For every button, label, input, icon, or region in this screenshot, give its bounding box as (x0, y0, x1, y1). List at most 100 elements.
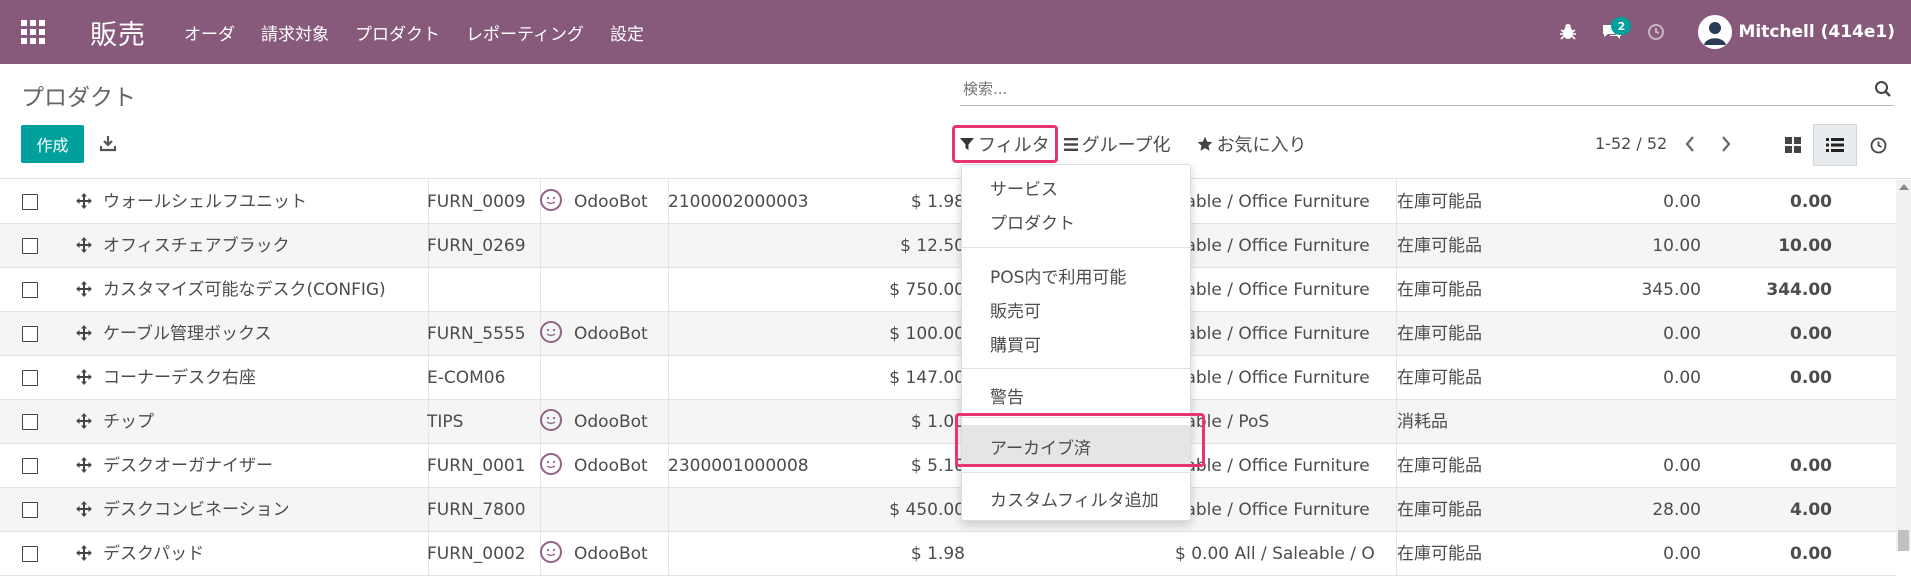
bars-icon (1063, 137, 1078, 151)
user-menu[interactable]: Mitchell (414e1) (1698, 15, 1895, 49)
row-checkbox[interactable] (22, 370, 38, 386)
product-category: eable / Office Furniture (1175, 180, 1375, 224)
internal-reference-text: TIPS (427, 412, 464, 432)
row-checkbox[interactable] (22, 458, 38, 474)
row-checkbox[interactable] (22, 326, 38, 342)
drag-handle-icon[interactable] (75, 456, 93, 479)
table-row[interactable]: カスタマイズ可能なデスク(CONFIG) $ 750.00 eable / Offi… (0, 268, 1896, 312)
drag-handle-icon[interactable] (75, 236, 93, 259)
product-type: 在庫可能品 (1397, 180, 1547, 224)
search-input[interactable] (960, 74, 1860, 104)
scroll-up-icon[interactable] (1899, 184, 1909, 190)
group-by-button[interactable]: グループ化 (1058, 125, 1177, 163)
row-checkbox[interactable] (22, 414, 38, 430)
sales-price-text: $ 1.98 (910, 192, 965, 212)
drag-handle-icon[interactable] (75, 192, 93, 215)
pager-value[interactable]: 1-52 / 52 (1595, 134, 1667, 153)
product-category: eable / Office Furniture (1175, 312, 1375, 356)
filter-option-products[interactable]: プロダクト (990, 209, 1075, 234)
menu-item-settings[interactable]: 設定 (610, 20, 644, 45)
table-row[interactable]: ウォールシェルフユニット FURN_0009 OdooBot 210000200000… (0, 180, 1896, 224)
quantity-on-hand: 28.00 (1560, 488, 1701, 532)
forecasted-quantity: 0.00 (1710, 532, 1832, 576)
drag-handle-icon[interactable] (75, 324, 93, 347)
kanban-view-icon[interactable] (1771, 124, 1815, 166)
create-button[interactable]: 作成 (21, 125, 84, 163)
vertical-scrollbar[interactable] (1896, 180, 1911, 551)
group-by-label: グループ化 (1081, 135, 1171, 156)
forecasted-quantity: 0.00 (1710, 312, 1832, 356)
activity-clock-icon[interactable] (1634, 0, 1678, 64)
menu-item-products[interactable]: プロダクト (355, 20, 440, 45)
table-row[interactable]: ケーブル管理ボックス FURN_5555 OdooBot $ 100.00 eable … (0, 312, 1896, 356)
filter-option-warnings[interactable]: 警告 (990, 383, 1024, 408)
dropdown-divider (962, 472, 1190, 473)
drag-handle-icon[interactable] (75, 544, 93, 567)
table-row[interactable]: デスクパッド FURN_0002 OdooBot $ 1.98 $ 0.00 All /… (0, 532, 1896, 576)
product-name-text: オフィスチェアブラック (103, 236, 290, 256)
internal-reference-text: FURN_0009 (427, 192, 526, 212)
row-checkbox[interactable] (22, 238, 38, 254)
menu-item-reporting[interactable]: レポーティング (466, 20, 584, 45)
quantity-on-hand: 0.00 (1560, 356, 1701, 400)
row-checkbox[interactable] (22, 194, 38, 210)
scroll-thumb[interactable] (1898, 530, 1909, 551)
responsible: OdooBot (540, 532, 665, 576)
table-row[interactable]: チップ TIPS OdooBot $ 1.00 eable / PoS 消耗品 (0, 400, 1896, 444)
quantity-on-hand-text: 0.00 (1663, 456, 1701, 476)
quantity-on-hand (1560, 400, 1701, 444)
filter-option-services[interactable]: サービス (990, 175, 1058, 200)
quantity-on-hand-text: 0.00 (1663, 192, 1701, 212)
menu-item-orders[interactable]: オーダ (184, 20, 235, 45)
quantity-on-hand: 345.00 (1560, 268, 1701, 312)
drag-handle-icon[interactable] (75, 368, 93, 391)
app-title[interactable]: 販売 (90, 13, 146, 52)
filter-option-available-in-pos[interactable]: POS内で利用可能 (990, 263, 1126, 288)
table-row[interactable]: デスクコンビネーション FURN_7800 $ 450.00 eable / Offi… (0, 488, 1896, 532)
product-name: カスタマイズ可能なデスク(CONFIG) (103, 268, 413, 312)
product-category: eable / Office Furniture (1175, 444, 1375, 488)
forecasted-quantity: 10.00 (1710, 224, 1832, 268)
product-category-text: eable / Office Furniture (1175, 368, 1370, 388)
activity-view-icon[interactable] (1856, 124, 1900, 166)
top-navbar: 販売 オーダ 請求対象 プロダクト レポーティング 設定 2 Mitchell … (0, 0, 1911, 64)
row-checkbox[interactable] (22, 502, 38, 518)
search-icon[interactable] (1874, 80, 1892, 102)
product-type-text: 在庫可能品 (1397, 280, 1482, 300)
favorites-button[interactable]: お気に入り (1191, 125, 1313, 163)
filter-button[interactable]: フィルタ (952, 125, 1058, 163)
product-category: eable / Office Furniture (1175, 356, 1375, 400)
barcode: 2300001000008 (668, 444, 818, 488)
row-checkbox[interactable] (22, 546, 38, 562)
drag-handle-icon[interactable] (75, 412, 93, 435)
drag-handle-icon[interactable] (75, 500, 93, 523)
download-icon[interactable] (99, 134, 117, 156)
favorites-label: お気に入り (1216, 135, 1307, 156)
messages-icon[interactable]: 2 (1590, 0, 1634, 64)
product-type: 消耗品 (1397, 400, 1547, 444)
bug-icon[interactable] (1546, 0, 1590, 64)
pager-next-icon[interactable] (1720, 134, 1732, 158)
app-switcher-icon[interactable] (0, 0, 66, 64)
control-panel: プロダクト 作成 フィルタ グループ化 お気に入り 1-52 / 52 (0, 64, 1911, 179)
sales-price: $ 1.98 (820, 180, 965, 224)
forecasted-quantity-text: 10.00 (1778, 236, 1832, 256)
filter-option-can-be-sold[interactable]: 販売可 (990, 297, 1041, 322)
table-row[interactable]: デスクオーガナイザー FURN_0001 OdooBot 2300001000008 $… (0, 444, 1896, 488)
table-row[interactable]: オフィスチェアブラック FURN_0269 $ 12.50 eable / Offic… (0, 224, 1896, 268)
table-row[interactable]: コーナーデスク右座 E-COM06 $ 147.00 eable / Office F… (0, 356, 1896, 400)
add-custom-filter[interactable]: カスタムフィルタ追加 (990, 486, 1159, 511)
pager-previous-icon[interactable] (1684, 134, 1696, 158)
drag-handle-icon[interactable] (75, 280, 93, 303)
list-view-icon[interactable] (1813, 124, 1857, 166)
internal-reference: FURN_0002 (427, 532, 537, 576)
product-category-text: $ 0.00 All / Saleable / Office Furniture (1175, 544, 1375, 564)
row-checkbox[interactable] (22, 282, 38, 298)
sales-price-text: $ 147.00 (889, 368, 965, 388)
filter-option-can-be-purchased[interactable]: 購買可 (990, 331, 1041, 356)
barcode (668, 488, 818, 532)
internal-reference-text: FURN_0001 (427, 456, 526, 476)
filter-dropdown: サービス プロダクト POS内で利用可能 販売可 購買可 警告 アーカイブ済 カ… (961, 164, 1191, 521)
menu-item-to-invoice[interactable]: 請求対象 (261, 20, 329, 45)
product-type-text: 在庫可能品 (1397, 236, 1482, 256)
